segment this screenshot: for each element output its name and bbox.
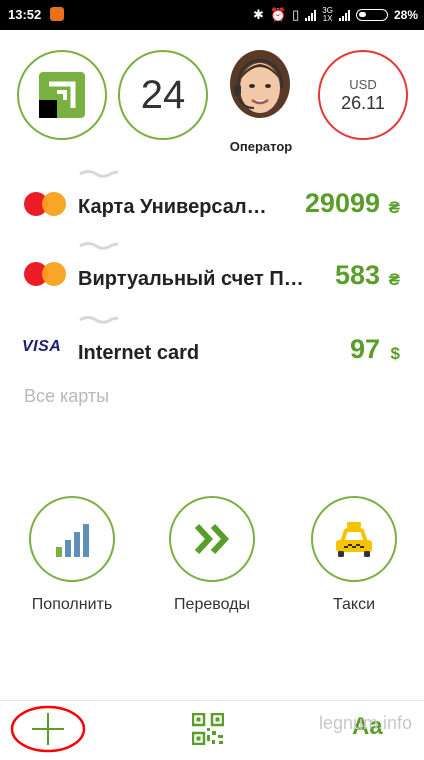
currency-rate-button[interactable]: USD 26.11 [318, 50, 408, 140]
card-name: Виртуальный счет П… [78, 268, 304, 290]
card-row[interactable]: Карта Универсал… 29099 ₴ [0, 168, 424, 228]
card-name: Карта Универсал… [78, 196, 267, 218]
masked-card-number [79, 316, 119, 324]
network-type: 3G 1X [322, 6, 333, 23]
privatbank-logo-icon [38, 71, 85, 118]
vibrate-icon: ▯ [292, 7, 300, 22]
card-balance: 29099 [304, 188, 380, 218]
notification-icon [50, 7, 64, 21]
card-currency: $ [390, 344, 400, 363]
masked-card-number [79, 242, 119, 250]
card-row[interactable]: VISA Internet card 97 $ [0, 314, 424, 374]
double-chevron-right-icon [194, 523, 230, 555]
top-up-button[interactable]: Пополнить [27, 496, 117, 614]
currency-rate: 26.11 [341, 92, 385, 113]
card-balance: 97 [349, 334, 380, 364]
alarm-icon: ⏰ [269, 7, 287, 22]
operator-button[interactable] [224, 48, 296, 132]
card-currency: ₴ [388, 198, 400, 217]
masked-card-number [79, 170, 119, 178]
plus-icon [10, 705, 86, 753]
battery-icon [355, 9, 388, 21]
operator-label: Оператор [229, 139, 293, 154]
qr-code-icon [191, 712, 225, 746]
taxi-button[interactable]: Такси [309, 496, 399, 614]
visa-icon: VISA [22, 338, 62, 355]
action-label: Переводы [174, 596, 250, 613]
watermark: legnum.info [318, 713, 412, 733]
bank-logo-button[interactable] [17, 50, 107, 140]
status-icons: ✱ ⏰ ▯ 3G 1X 28% [253, 5, 418, 25]
taxi-icon [336, 522, 372, 557]
card-balance: 583 [334, 260, 380, 290]
signal-bars-icon [56, 524, 89, 557]
mastercard-icon [24, 262, 66, 286]
battery-percent: 28% [393, 8, 418, 22]
status-bar: 13:52 ✱ ⏰ ▯ 3G 1X 28% [0, 0, 424, 30]
card-currency: ₴ [388, 270, 400, 289]
notifications-count: 24 [140, 72, 186, 117]
add-button[interactable] [8, 703, 88, 760]
card-row[interactable]: Виртуальный счет П… 583 ₴ [0, 240, 424, 300]
qr-button[interactable] [191, 712, 225, 750]
currency-code: USD [349, 76, 377, 92]
bluetooth-icon: ✱ [253, 7, 264, 22]
signal-icon [305, 9, 317, 21]
notifications-button[interactable]: 24 [118, 50, 208, 140]
mastercard-icon [24, 192, 66, 216]
action-label: Такси [332, 596, 376, 613]
action-label: Пополнить [31, 596, 113, 613]
status-time: 13:52 [8, 7, 42, 22]
signal-icon-2 [338, 9, 350, 21]
transfers-button[interactable]: Переводы [167, 496, 257, 614]
bottom-nav: Aa legnum.info [0, 700, 424, 755]
card-name: Internet card [78, 342, 200, 364]
all-cards-link[interactable]: Все карты [24, 386, 109, 407]
operator-avatar [230, 50, 290, 132]
